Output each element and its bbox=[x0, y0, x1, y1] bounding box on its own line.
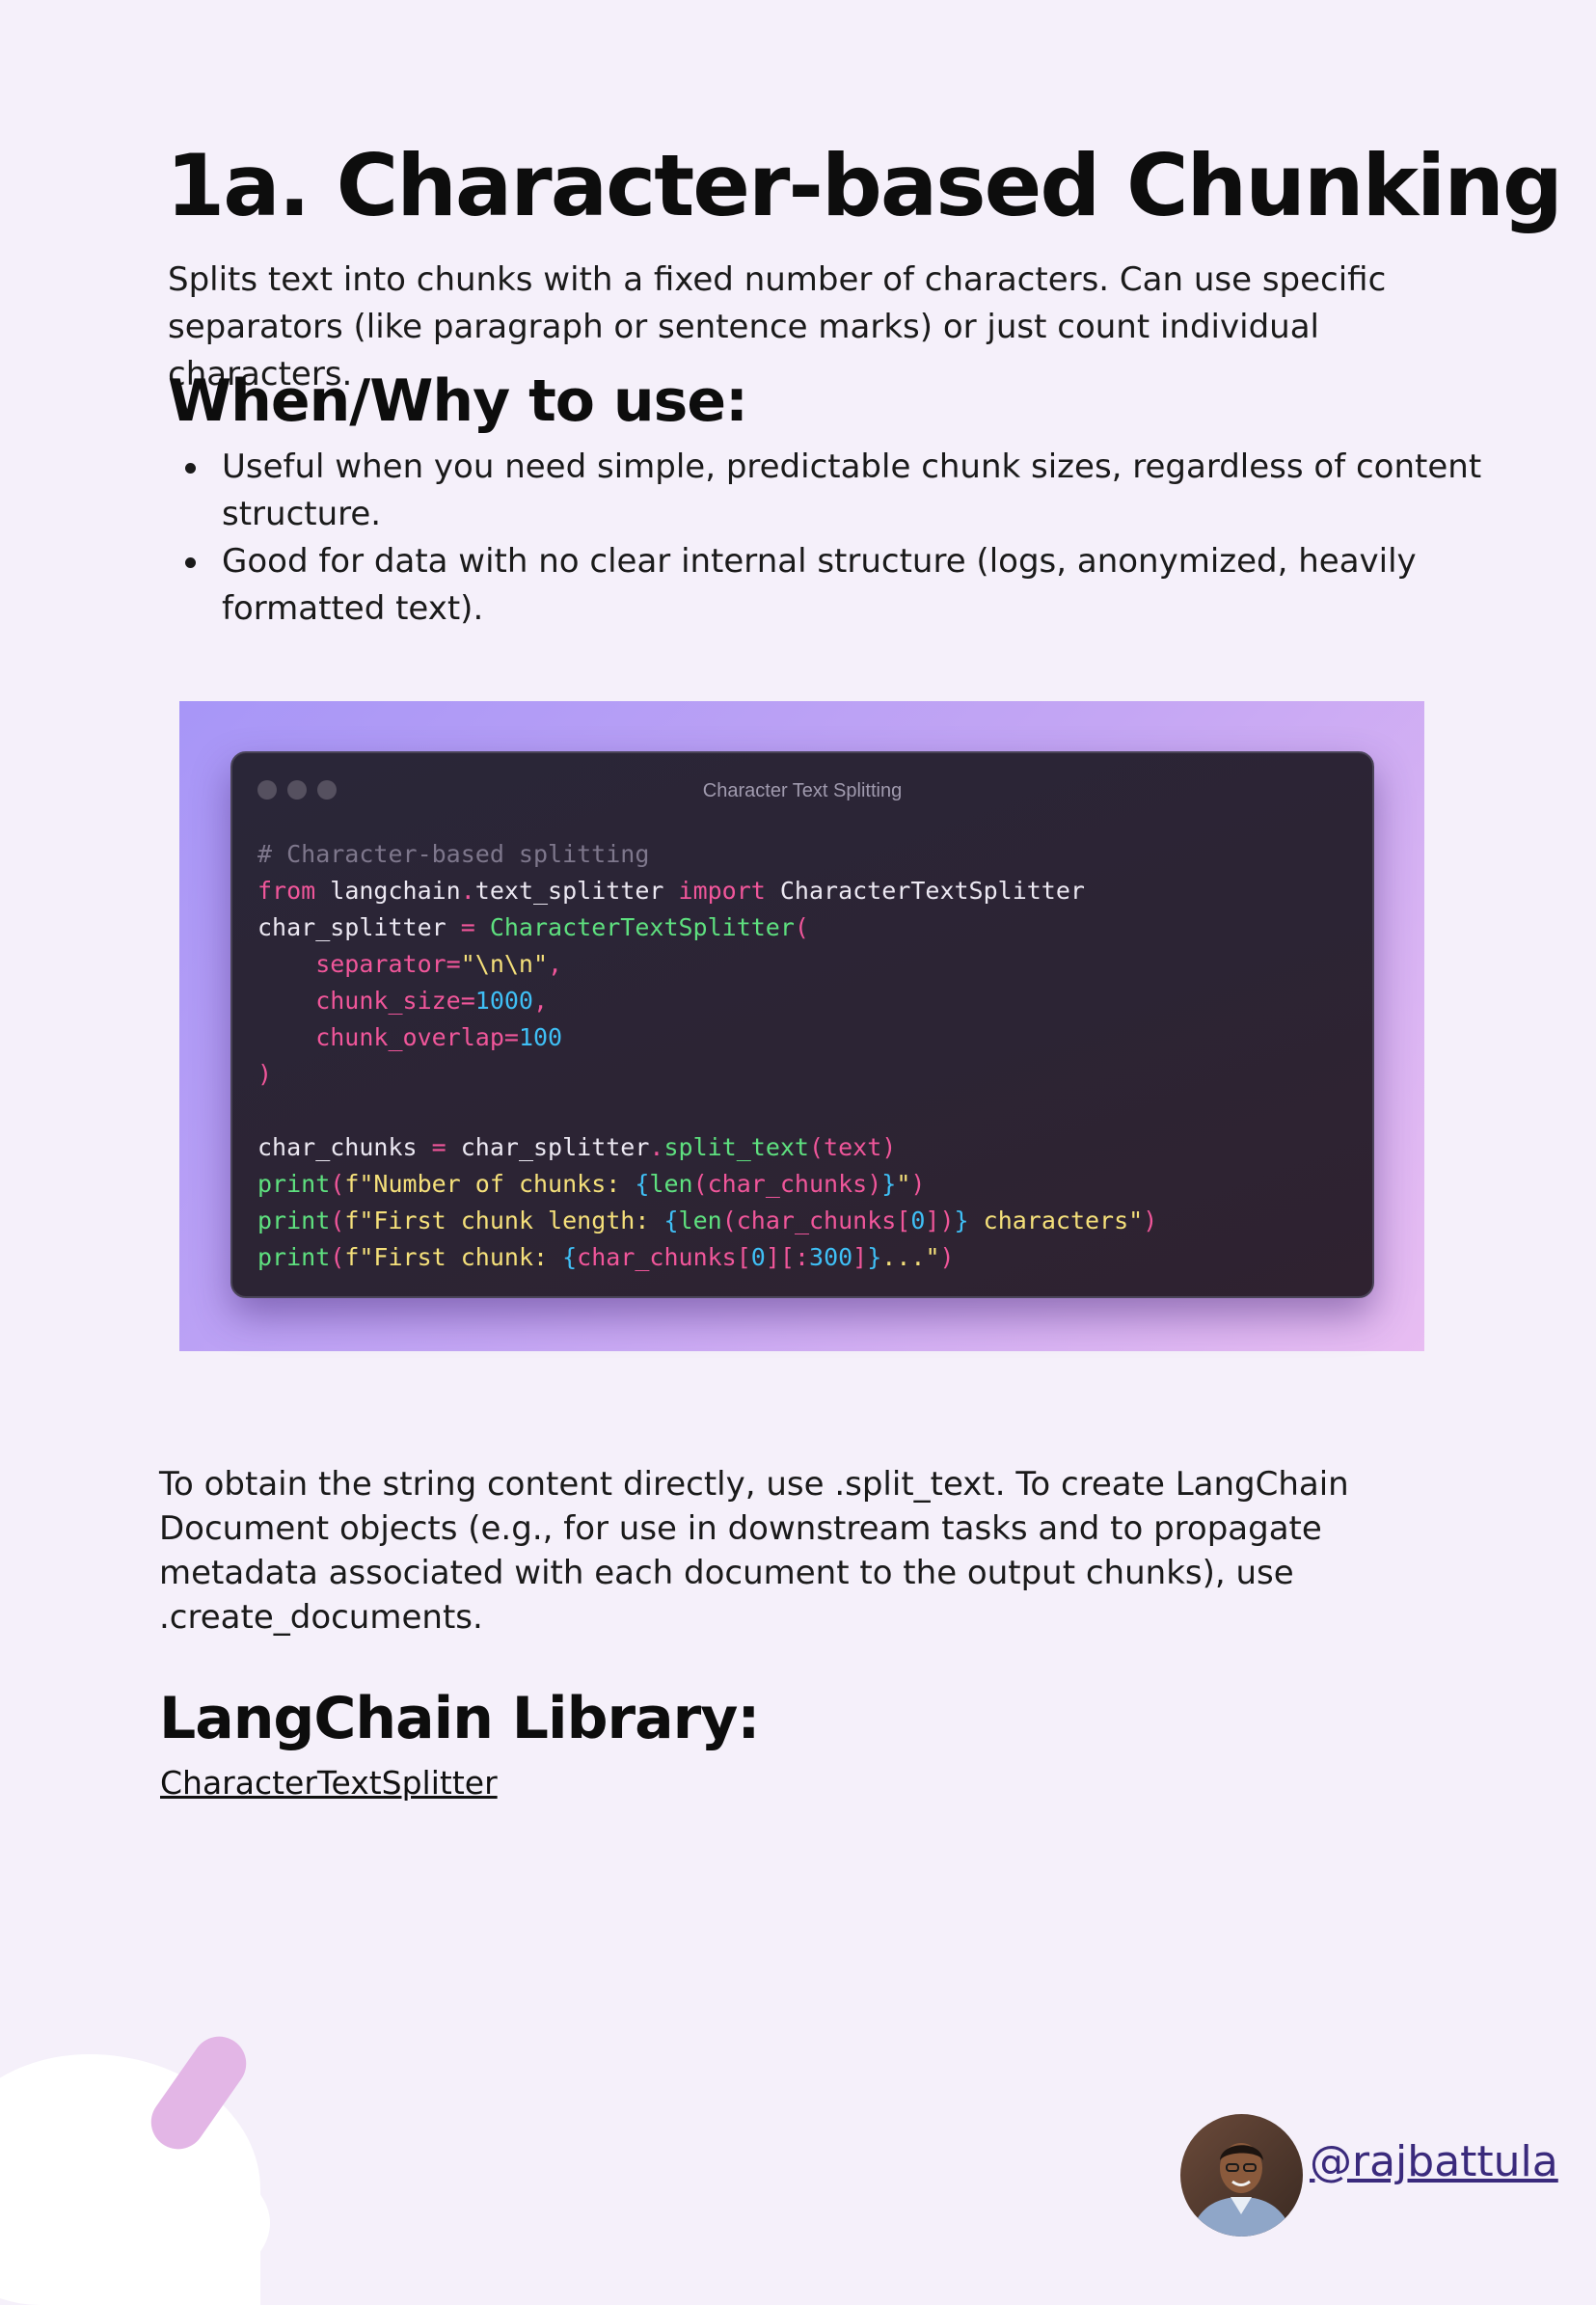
code-token: } bbox=[881, 1170, 897, 1198]
code-token: separator= bbox=[257, 950, 461, 978]
code-token: f"Number of chunks: bbox=[344, 1170, 636, 1198]
avatar-illustration bbox=[1180, 2114, 1303, 2237]
code-token: import bbox=[678, 877, 766, 905]
code-token: langchain bbox=[315, 877, 461, 905]
code-token: characters" bbox=[968, 1207, 1144, 1234]
code-token: char_chunks bbox=[257, 1133, 432, 1161]
usage-paragraph: To obtain the string content directly, u… bbox=[159, 1465, 1349, 1637]
library-heading: LangChain Library: bbox=[159, 1685, 760, 1752]
code-token: ] bbox=[852, 1243, 868, 1271]
code-window: Character Text Splitting # Character-bas… bbox=[230, 751, 1374, 1298]
code-token: chunk_size= bbox=[257, 987, 475, 1015]
code-token: " bbox=[896, 1170, 911, 1198]
code-token: split_text bbox=[663, 1133, 809, 1161]
code-token: ..." bbox=[881, 1243, 940, 1271]
code-token: CharacterTextSplitter bbox=[765, 877, 1085, 905]
code-token: ]) bbox=[925, 1207, 955, 1234]
code-token: ( bbox=[330, 1243, 345, 1271]
code-token: ) bbox=[910, 1170, 926, 1198]
code-token: char_chunks[ bbox=[577, 1243, 751, 1271]
code-token: f"First chunk: bbox=[344, 1243, 563, 1271]
code-token: CharacterTextSplitter bbox=[474, 913, 795, 941]
list-item: Useful when you need simple, predictable… bbox=[185, 444, 1514, 538]
code-token: (char_chunks) bbox=[692, 1170, 882, 1198]
code-token: 100 bbox=[518, 1023, 563, 1051]
code-token: (text) bbox=[808, 1133, 897, 1161]
code-token: ( bbox=[330, 1207, 345, 1234]
code-token: len bbox=[649, 1170, 693, 1198]
code-token: = bbox=[431, 1133, 446, 1161]
code-line: # Character-based splitting bbox=[257, 836, 1157, 873]
code-token: } bbox=[954, 1207, 969, 1234]
code-token: 0 bbox=[750, 1243, 766, 1271]
code-line: from langchain.text_splitter import Char… bbox=[257, 873, 1157, 909]
code-token: print bbox=[257, 1170, 331, 1198]
code-token: = bbox=[460, 913, 475, 941]
code-token: chunk_overlap= bbox=[257, 1023, 519, 1051]
code-token: { bbox=[635, 1170, 650, 1198]
code-token: } bbox=[867, 1243, 882, 1271]
code-token: "\n\n" bbox=[460, 950, 549, 978]
code-token: ( bbox=[330, 1170, 345, 1198]
code-token: ( bbox=[794, 913, 809, 941]
code-line: ) bbox=[257, 1056, 1157, 1093]
code-snippet-background: Character Text Splitting # Character-bas… bbox=[179, 701, 1424, 1351]
code-token: . bbox=[649, 1133, 664, 1161]
code-line: char_chunks = char_splitter.split_text(t… bbox=[257, 1129, 1157, 1166]
code-token: , bbox=[548, 950, 563, 978]
code-token: ][: bbox=[765, 1243, 810, 1271]
code-token: { bbox=[562, 1243, 578, 1271]
code-window-title: Character Text Splitting bbox=[702, 780, 903, 801]
code-token: char_splitter bbox=[446, 1133, 650, 1161]
list-item: Good for data with no clear internal str… bbox=[185, 538, 1514, 633]
avatar-photo bbox=[1180, 2114, 1303, 2237]
code-line: char_splitter = CharacterTextSplitter( bbox=[257, 909, 1157, 946]
code-token: # Character-based splitting bbox=[257, 840, 650, 868]
when-why-heading: When/Why to use: bbox=[168, 367, 748, 435]
library-link[interactable]: CharacterTextSplitter bbox=[160, 1761, 498, 1805]
code-line: print(f"Number of chunks: {len(char_chun… bbox=[257, 1166, 1157, 1203]
code-token: from bbox=[257, 877, 316, 905]
code-token: { bbox=[663, 1207, 679, 1234]
code-token: 0 bbox=[910, 1207, 926, 1234]
code-block: # Character-based splitting from langchai… bbox=[257, 836, 1157, 1276]
code-line: separator="\n\n", bbox=[257, 946, 1157, 983]
code-token: ) bbox=[1143, 1207, 1158, 1234]
code-line: print(f"First chunk length: {len(char_ch… bbox=[257, 1203, 1157, 1239]
page-title: 1a. Character-based Chunking bbox=[166, 136, 1563, 235]
code-token: print bbox=[257, 1243, 331, 1271]
use-case-list: Useful when you need simple, predictable… bbox=[168, 444, 1514, 633]
code-token: char_splitter bbox=[257, 913, 461, 941]
code-line: chunk_overlap=100 bbox=[257, 1019, 1157, 1056]
code-token: , bbox=[533, 987, 549, 1015]
code-token: . bbox=[460, 877, 475, 905]
code-token: text_splitter bbox=[474, 877, 679, 905]
code-line: chunk_size=1000, bbox=[257, 983, 1157, 1019]
code-token: print bbox=[257, 1207, 331, 1234]
code-token: 1000 bbox=[474, 987, 533, 1015]
code-token: 300 bbox=[809, 1243, 853, 1271]
code-token: ) bbox=[257, 1060, 273, 1088]
code-token: f"First chunk length: bbox=[344, 1207, 664, 1234]
code-line: print(f"First chunk: {char_chunks[0][:30… bbox=[257, 1239, 1157, 1276]
code-token: ) bbox=[939, 1243, 955, 1271]
code-token: len bbox=[678, 1207, 722, 1234]
code-token: (char_chunks[ bbox=[721, 1207, 911, 1234]
author-handle-link[interactable]: @rajbattula bbox=[1310, 2135, 1558, 2189]
